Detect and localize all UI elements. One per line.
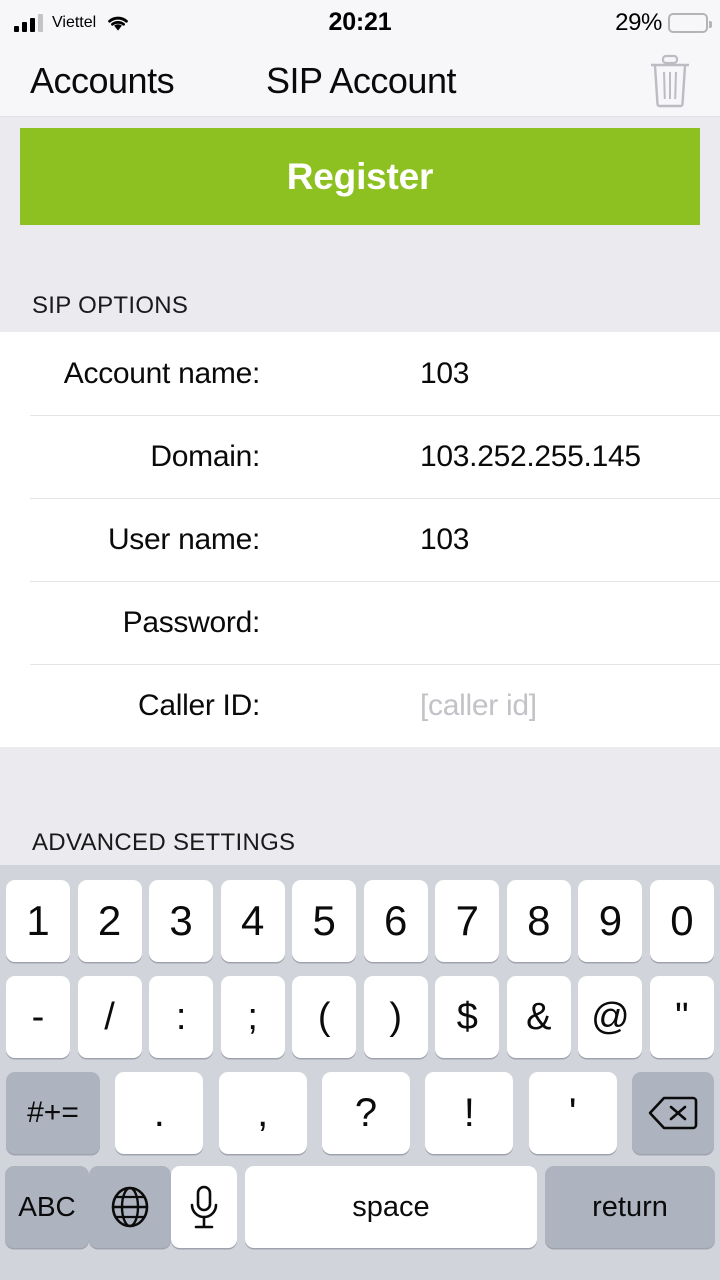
microphone-icon — [190, 1185, 218, 1229]
key-five[interactable]: 5 — [292, 880, 357, 962]
keyboard-row-numbers: 1234567890 — [0, 873, 720, 969]
input-password[interactable] — [420, 605, 710, 640]
sip-options-form: Account name: Domain: User name: Password: C… — [0, 332, 720, 747]
key-abc-toggle[interactable]: ABC — [5, 1166, 89, 1248]
page-title: SIP Account — [266, 59, 456, 101]
key-return[interactable]: return — [545, 1166, 715, 1248]
on-screen-keyboard: 1234567890 - /:;() $ & @ " #+= . , ? ! ' ABC — [0, 865, 720, 1280]
key-space[interactable]: space — [245, 1166, 537, 1248]
form-row-caller-id: Caller ID: — [0, 664, 720, 747]
key-four[interactable]: 4 — [220, 880, 285, 962]
key-exclamation-mark[interactable]: ! — [425, 1072, 514, 1154]
register-button[interactable]: Register — [20, 128, 700, 225]
key-two[interactable]: 2 — [77, 880, 142, 962]
label-password: Password: — [122, 605, 261, 639]
key-symbols-toggle[interactable]: #+= — [6, 1072, 100, 1154]
register-button-label: Register — [286, 155, 434, 197]
form-row-account-name: Account name: — [0, 332, 720, 415]
key-three[interactable]: 3 — [149, 880, 214, 962]
trash-icon — [651, 54, 689, 107]
keyboard-row-symbols: - /:;() $ & @ " — [0, 969, 720, 1065]
status-bar-center: 20:21 — [0, 0, 720, 45]
keyboard-row-punctuation: #+= . , ? ! ' — [0, 1065, 720, 1161]
label-caller-id: Caller ID: — [137, 688, 260, 722]
key-dictation[interactable] — [171, 1166, 237, 1248]
phone-screen: Viettel 20:21 29% Accounts SIP Account R… — [0, 0, 720, 1280]
globe-icon — [111, 1186, 149, 1228]
input-caller-id[interactable] — [420, 688, 710, 723]
key-left-paren[interactable]: ( — [292, 976, 357, 1058]
key-backspace[interactable] — [631, 1072, 714, 1154]
label-account-name: Account name: — [63, 356, 261, 390]
status-bar-right: 29% — [615, 0, 712, 45]
settings-content: Register SIP OPTIONS Account name: Domain… — [0, 117, 720, 865]
key-seven[interactable]: 7 — [435, 880, 500, 962]
delete-account-button[interactable] — [642, 52, 698, 110]
key-nine[interactable]: 9 — [578, 880, 643, 962]
form-row-domain: Domain: — [0, 415, 720, 498]
form-row-password: Password: — [0, 581, 720, 664]
backspace-icon — [648, 1096, 698, 1130]
section-header-advanced-settings: ADVANCED SETTINGS — [32, 829, 296, 856]
key-zero[interactable]: 0 — [649, 880, 714, 962]
key-question-mark[interactable]: ? — [321, 1072, 410, 1154]
key-right-paren[interactable]: ) — [363, 976, 428, 1058]
battery-icon — [668, 12, 712, 33]
key-comma[interactable]: , — [218, 1072, 307, 1154]
input-account-name[interactable] — [420, 356, 710, 391]
key-eight[interactable]: 8 — [506, 880, 571, 962]
status-bar: Viettel 20:21 29% — [0, 0, 720, 45]
key-one[interactable]: 1 — [6, 880, 70, 962]
key-ampersand[interactable]: & — [506, 976, 571, 1058]
input-domain[interactable] — [420, 439, 710, 474]
key-slash[interactable]: / — [77, 976, 142, 1058]
key-semicolon[interactable]: ; — [220, 976, 285, 1058]
key-six[interactable]: 6 — [363, 880, 428, 962]
key-at[interactable]: @ — [578, 976, 643, 1058]
navigation-bar: Accounts SIP Account — [0, 45, 720, 117]
key-quote[interactable]: " — [649, 976, 714, 1058]
input-user-name[interactable] — [420, 522, 710, 557]
key-globe[interactable] — [89, 1166, 171, 1248]
battery-percent-label: 29% — [615, 8, 662, 36]
keyboard-row-bottom: ABC space return — [0, 1161, 720, 1253]
key-hyphen[interactable]: - — [6, 976, 70, 1058]
key-period[interactable]: . — [115, 1072, 204, 1154]
clock: 20:21 — [328, 8, 392, 36]
key-colon[interactable]: : — [149, 976, 214, 1058]
key-apostrophe[interactable]: ' — [528, 1072, 617, 1154]
key-dollar[interactable]: $ — [435, 976, 500, 1058]
label-user-name: User name: — [107, 522, 260, 556]
back-button-accounts[interactable]: Accounts — [30, 60, 175, 102]
section-header-sip-options: SIP OPTIONS — [32, 292, 189, 319]
label-domain: Domain: — [150, 439, 260, 473]
form-row-user-name: User name: — [0, 498, 720, 581]
